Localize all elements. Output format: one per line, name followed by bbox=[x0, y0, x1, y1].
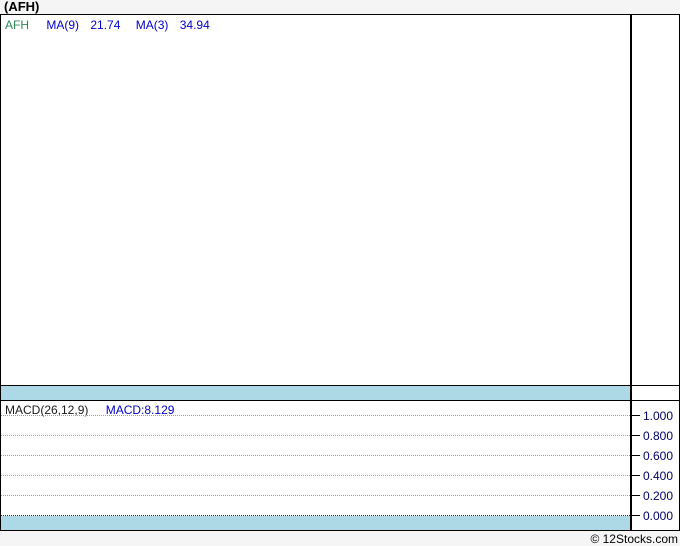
axis-label: 0.800 bbox=[643, 429, 674, 443]
stock-chart-page: (AFH) AFH MA(9) 21.74 MA(3) 34.94 MACD(2… bbox=[0, 0, 680, 546]
gridline-0.200 bbox=[1, 495, 630, 496]
gridline-0.800 bbox=[1, 435, 630, 436]
axis-label: 0.000 bbox=[643, 509, 674, 523]
axis-label: 1.000 bbox=[643, 409, 674, 423]
page-title: (AFH) bbox=[4, 0, 40, 14]
credit-text: © 12Stocks.com bbox=[590, 532, 678, 546]
axis-label: 0.400 bbox=[643, 469, 674, 483]
divider-band-lower bbox=[1, 516, 630, 530]
axis-tick bbox=[632, 475, 640, 476]
axis-label: 0.600 bbox=[643, 449, 674, 463]
ma3-value: 34.94 bbox=[179, 18, 210, 32]
ma3-label: MA(3) bbox=[135, 18, 169, 32]
axis-tick bbox=[632, 435, 640, 436]
pane-separator-bottom bbox=[1, 400, 679, 401]
axis-tick bbox=[632, 495, 640, 496]
chart-frame: AFH MA(9) 21.74 MA(3) 34.94 MACD(26,12,9… bbox=[0, 14, 680, 531]
gridline-0.400 bbox=[1, 475, 630, 476]
gridline-0.600 bbox=[1, 455, 630, 456]
axis-label: 0.200 bbox=[643, 489, 674, 503]
axis-tick bbox=[632, 455, 640, 456]
symbol-label: AFH bbox=[5, 18, 29, 32]
ma9-label: MA(9) bbox=[46, 18, 80, 32]
ma9-value: 21.74 bbox=[90, 18, 121, 32]
gridline-1.000 bbox=[1, 415, 630, 416]
axis-tick bbox=[632, 515, 640, 516]
divider-band-upper bbox=[1, 386, 630, 400]
price-legend: AFH MA(9) 21.74 MA(3) 34.94 bbox=[5, 18, 222, 32]
axis-tick bbox=[632, 415, 640, 416]
axis-divider bbox=[630, 15, 632, 530]
